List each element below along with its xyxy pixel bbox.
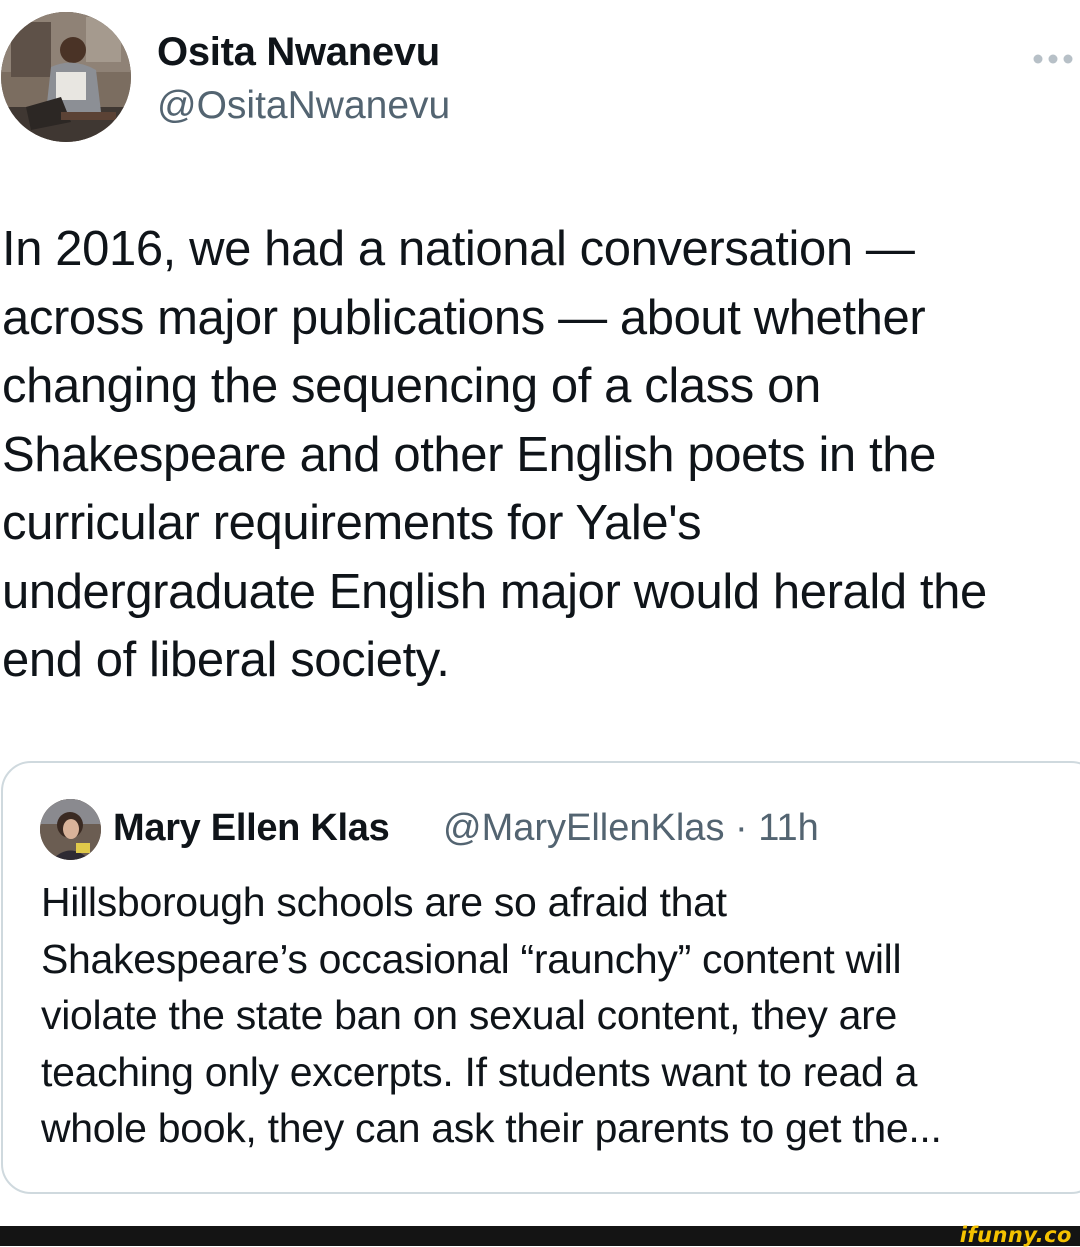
author-avatar-photo-icon bbox=[1, 12, 131, 142]
author-avatar[interactable] bbox=[1, 12, 131, 142]
tweet-text-line: undergraduate English major would herald… bbox=[2, 564, 987, 619]
author-name[interactable]: Osita Nwanevu bbox=[157, 30, 440, 75]
ifunny-watermark: ifunny.co bbox=[959, 1223, 1072, 1247]
tweet-text-line: In 2016, we had a national conversation … bbox=[2, 222, 915, 276]
tweet-text-line: across major publications — about whethe… bbox=[2, 290, 926, 345]
quoted-author-handle-time[interactable]: @MaryEllenKlas · 11h bbox=[443, 807, 819, 850]
quoted-author-avatar[interactable] bbox=[40, 799, 101, 860]
quoted-text-line: Hillsborough schools are so afraid that bbox=[41, 879, 727, 925]
ellipsis-icon[interactable] bbox=[1030, 50, 1076, 68]
quoted-text-line: violate the state ban on sexual content,… bbox=[41, 992, 897, 1038]
tweet-text-line: changing the sequencing of a class on bbox=[2, 359, 821, 413]
quoted-tweet-text: Hillsborough schools are so afraid that … bbox=[41, 874, 1051, 1157]
tweet-header: Osita Nwanevu @OsitaNwanevu bbox=[0, 12, 1080, 147]
quoted-tweet-card[interactable]: Mary Ellen Klas @MaryEllenKlas · 11h Hil… bbox=[1, 761, 1080, 1194]
quoted-author-name[interactable]: Mary Ellen Klas bbox=[113, 807, 390, 850]
tweet-text: In 2016, we had a national conversation … bbox=[2, 215, 1072, 695]
quoted-text-line: Shakespeare’s occasional “raunchy” conte… bbox=[41, 935, 902, 982]
quoted-text-line: whole book, they can ask their parents t… bbox=[41, 1105, 942, 1151]
footer-bar: ifunny.co bbox=[0, 1223, 1080, 1247]
author-handle[interactable]: @OsitaNwanevu bbox=[157, 84, 450, 128]
tweet-text-line: curricular requirements for Yale's bbox=[2, 496, 702, 550]
tweet-text-line: end of liberal society. bbox=[2, 633, 450, 687]
quoted-author-avatar-photo-icon bbox=[40, 799, 101, 860]
tweet-text-line: Shakespeare and other English poets in t… bbox=[2, 427, 936, 482]
quoted-text-line: teaching only excerpts. If students want… bbox=[41, 1048, 918, 1095]
